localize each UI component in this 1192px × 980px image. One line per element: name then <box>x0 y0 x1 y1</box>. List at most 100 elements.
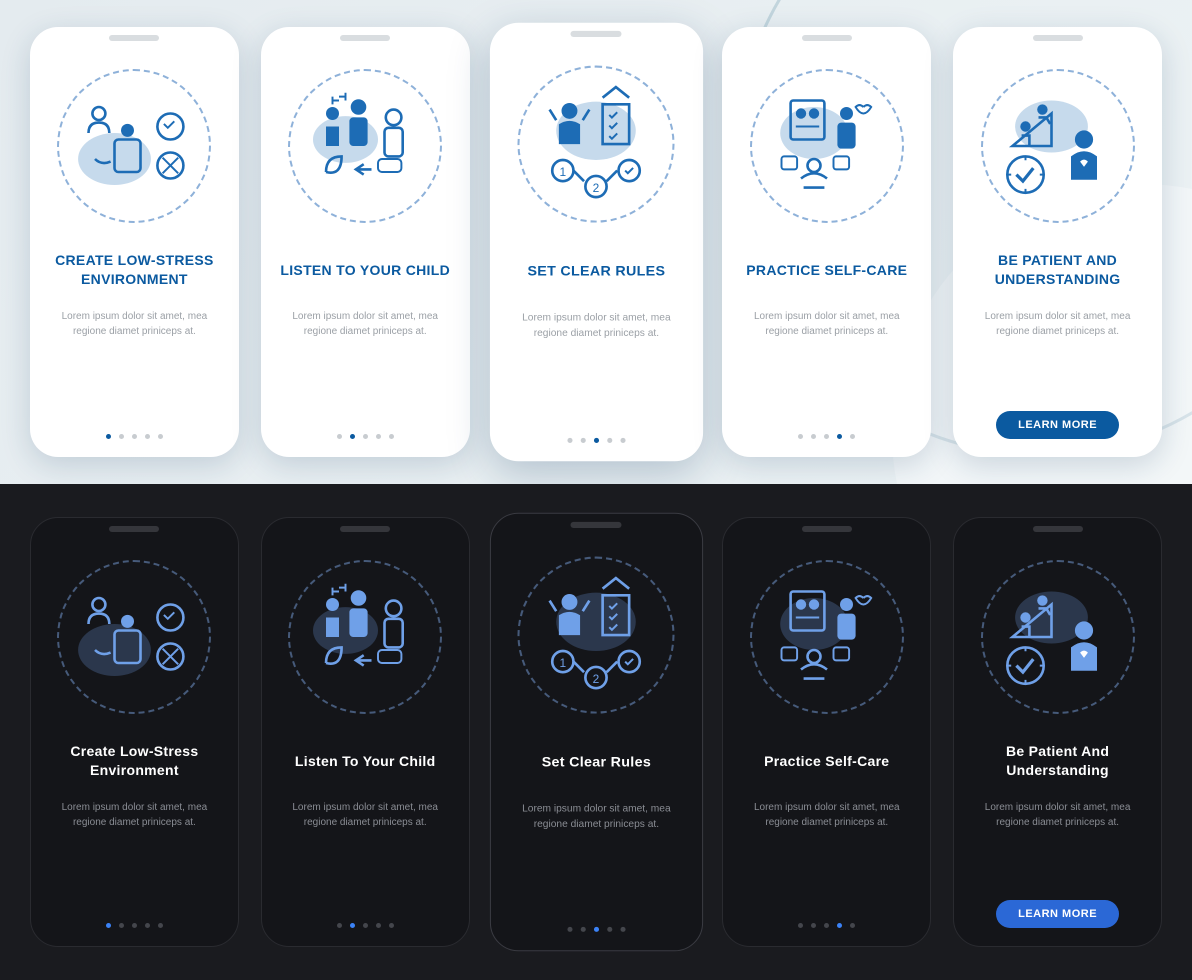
slide-title: SET CLEAR RULES <box>527 251 665 290</box>
pagination-dot-1[interactable] <box>106 434 111 439</box>
onboarding-card-4: Practice Self-Care Lorem ipsum dolor sit … <box>722 517 931 947</box>
slide-title: Listen To Your Child <box>295 742 436 780</box>
slide-title: PRACTICE SELF-CARE <box>746 251 907 289</box>
learn-more-button[interactable]: LEARN MORE <box>996 411 1119 439</box>
pagination-dot-3[interactable] <box>593 927 598 932</box>
pagination-dot-2[interactable] <box>350 923 355 928</box>
slide-description: Lorem ipsum dolor sit amet, mea regione … <box>736 309 917 339</box>
rules-icon: 12 <box>519 68 672 221</box>
pagination-dots[interactable] <box>798 434 855 439</box>
pagination-dot-4[interactable] <box>376 923 381 928</box>
phone-notch <box>570 522 621 528</box>
slide-description: Lorem ipsum dolor sit amet, mea regione … <box>967 309 1148 339</box>
pagination-dot-2[interactable] <box>580 927 585 932</box>
pagination-dot-3[interactable] <box>363 434 368 439</box>
pagination-dots[interactable] <box>106 434 163 439</box>
low-stress-icon <box>59 562 209 712</box>
onboarding-card-5: Be Patient And Understanding Lorem ipsum … <box>953 517 1162 947</box>
pagination-dot-1[interactable] <box>798 434 803 439</box>
slide-title: Set Clear Rules <box>541 742 650 781</box>
pagination-dot-2[interactable] <box>119 434 124 439</box>
svg-text:1: 1 <box>560 165 567 179</box>
phone-notch <box>1033 35 1083 41</box>
phone-notch <box>802 35 852 41</box>
slide-description: Lorem ipsum dolor sit amet, mea regione … <box>44 309 225 339</box>
pagination-dot-3[interactable] <box>824 923 829 928</box>
slide-description: Lorem ipsum dolor sit amet, mea regione … <box>504 310 688 341</box>
pagination-dot-5[interactable] <box>158 434 163 439</box>
slide-title: LISTEN TO YOUR CHILD <box>280 251 450 289</box>
svg-text:1: 1 <box>560 656 567 670</box>
pagination-dots[interactable] <box>106 923 163 928</box>
onboarding-card-4: PRACTICE SELF-CARE Lorem ipsum dolor sit … <box>722 27 931 457</box>
pagination-dot-4[interactable] <box>145 923 150 928</box>
pagination-dot-5[interactable] <box>620 438 625 443</box>
pagination-dot-3[interactable] <box>593 438 598 443</box>
pagination-dot-3[interactable] <box>132 923 137 928</box>
light-theme-row: CREATE LOW-STRESS ENVIRONMENT Lorem ipsum… <box>0 0 1192 484</box>
pagination-dot-1[interactable] <box>106 923 111 928</box>
pagination-dot-2[interactable] <box>580 438 585 443</box>
pagination-dot-4[interactable] <box>376 434 381 439</box>
slide-description: Lorem ipsum dolor sit amet, mea regione … <box>275 309 456 339</box>
slide-description: Lorem ipsum dolor sit amet, mea regione … <box>737 800 916 830</box>
pagination-dot-1[interactable] <box>567 927 572 932</box>
pagination-dot-1[interactable] <box>567 438 572 443</box>
pagination-dot-5[interactable] <box>620 927 625 932</box>
pagination-dots[interactable] <box>337 434 394 439</box>
pagination-dot-4[interactable] <box>837 923 842 928</box>
pagination-dot-4[interactable] <box>837 434 842 439</box>
selfcare-icon <box>752 71 902 221</box>
pagination-dot-5[interactable] <box>850 923 855 928</box>
slide-title: BE PATIENT AND UNDERSTANDING <box>967 251 1148 289</box>
selfcare-icon <box>752 562 902 712</box>
phone-notch <box>1033 526 1083 532</box>
low-stress-icon <box>59 71 209 221</box>
pagination-dot-5[interactable] <box>389 923 394 928</box>
pagination-dot-2[interactable] <box>119 923 124 928</box>
pagination-dot-3[interactable] <box>363 923 368 928</box>
pagination-dot-1[interactable] <box>337 434 342 439</box>
pagination-dot-5[interactable] <box>850 434 855 439</box>
pagination-dot-5[interactable] <box>158 923 163 928</box>
pagination-dot-1[interactable] <box>798 923 803 928</box>
pagination-dot-2[interactable] <box>811 923 816 928</box>
pagination-dots[interactable] <box>567 438 625 443</box>
patient-icon <box>983 71 1133 221</box>
slide-title: CREATE LOW-STRESS ENVIRONMENT <box>44 251 225 289</box>
pagination-dot-2[interactable] <box>350 434 355 439</box>
onboarding-card-5: BE PATIENT AND UNDERSTANDING Lorem ipsum … <box>953 27 1162 457</box>
slide-title: Be Patient And Understanding <box>968 742 1147 780</box>
pagination-dot-1[interactable] <box>337 923 342 928</box>
pagination-dot-2[interactable] <box>811 434 816 439</box>
phone-notch <box>109 35 159 41</box>
listen-icon <box>290 71 440 221</box>
slide-description: Lorem ipsum dolor sit amet, mea regione … <box>45 800 224 830</box>
pagination-dot-3[interactable] <box>824 434 829 439</box>
pagination-dots[interactable] <box>567 927 625 932</box>
pagination-dot-4[interactable] <box>607 438 612 443</box>
pagination-dots[interactable] <box>337 923 394 928</box>
rules-icon: 12 <box>519 559 672 712</box>
phone-notch <box>802 526 852 532</box>
pagination-dot-4[interactable] <box>607 927 612 932</box>
pagination-dots[interactable] <box>798 923 855 928</box>
svg-text:2: 2 <box>593 181 600 195</box>
onboarding-card-3: 12Set Clear RulesLorem ipsum dolor sit a… <box>490 513 703 952</box>
slide-description: Lorem ipsum dolor sit amet, mea regione … <box>968 800 1147 830</box>
phone-notch <box>340 35 390 41</box>
dark-theme-row: Create Low-Stress EnvironmentLorem ipsum… <box>0 484 1192 980</box>
pagination-dot-4[interactable] <box>145 434 150 439</box>
slide-description: Lorem ipsum dolor sit amet, mea regione … <box>276 800 455 830</box>
pagination-dot-3[interactable] <box>132 434 137 439</box>
phone-notch <box>340 526 390 532</box>
patient-icon <box>983 562 1133 712</box>
onboarding-card-2: Listen To Your Child Lorem ipsum dolor si… <box>261 517 470 947</box>
svg-text:2: 2 <box>593 672 600 686</box>
learn-more-button[interactable]: LEARN MORE <box>996 900 1119 928</box>
listen-icon <box>290 562 440 712</box>
slide-title: Practice Self-Care <box>764 742 889 780</box>
onboarding-card-1: Create Low-Stress EnvironmentLorem ipsum… <box>30 517 239 947</box>
pagination-dot-5[interactable] <box>389 434 394 439</box>
slide-description: Lorem ipsum dolor sit amet, mea regione … <box>505 801 687 832</box>
